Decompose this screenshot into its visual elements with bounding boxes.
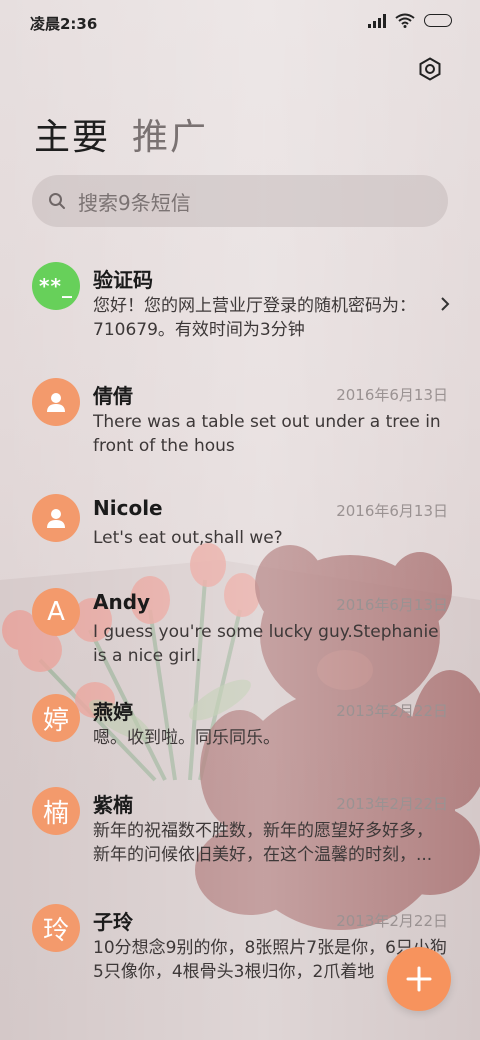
chevron-right-icon — [441, 297, 450, 311]
status-bar: 凌晨2:36 — [0, 0, 480, 44]
plus-icon — [406, 966, 432, 992]
new-message-button[interactable] — [387, 947, 451, 1011]
message-row[interactable]: Nicole 2016年6月13日 Let's eat out,shall we… — [0, 484, 480, 578]
message-tabs: 主要 推广 — [34, 108, 208, 160]
message-row[interactable]: A Andy 2016年6月13日 I guess you're some lu… — [0, 578, 480, 694]
contact-name: Nicole — [93, 496, 163, 520]
message-date: 2016年6月13日 — [336, 386, 448, 404]
settings-icon — [419, 57, 441, 81]
status-time: 凌晨2:36 — [30, 15, 98, 33]
message-row-verification[interactable]: **_ 验证码 您好！您的网上营业厅登录的随机密码为：710679。有效时间为3… — [0, 252, 480, 368]
battery-icon — [424, 14, 452, 27]
settings-button[interactable] — [415, 54, 445, 84]
search-bar[interactable]: 搜索9条短信 — [32, 175, 448, 227]
message-preview: Let's eat out,shall we? — [93, 528, 283, 548]
message-date: 2013年2月22日 — [336, 912, 448, 930]
avatar: 玲 — [32, 904, 80, 952]
avatar: A — [32, 588, 80, 636]
avatar — [32, 494, 80, 542]
contact-name: 燕婷 — [93, 700, 133, 724]
message-list: **_ 验证码 您好！您的网上营业厅登录的随机密码为：710679。有效时间为3… — [0, 252, 480, 1004]
avatar: 楠 — [32, 787, 80, 835]
message-preview: 新年的祝福数不胜数，新年的愿望好多好多，新年的问候依旧美好，在这个温馨的时刻，.… — [93, 821, 433, 865]
message-preview: 您好！您的网上营业厅登录的随机密码为：710679。有效时间为3分钟 — [93, 296, 416, 340]
message-date: 2013年2月22日 — [336, 702, 448, 720]
message-preview: I guess you're some lucky guy.Stephanie … — [93, 622, 439, 666]
message-preview: 嗯。收到啦。同乐同乐。 — [93, 728, 280, 748]
search-icon — [49, 193, 65, 209]
contact-name: 倩倩 — [93, 384, 133, 408]
contact-name: 紫楠 — [93, 793, 133, 817]
person-icon — [47, 509, 65, 528]
message-date: 2013年2月22日 — [336, 795, 448, 813]
tab-primary[interactable]: 主要 — [34, 108, 110, 160]
person-icon — [47, 393, 65, 412]
tab-promotions[interactable]: 推广 — [132, 108, 208, 160]
status-icons — [368, 13, 452, 28]
message-date: 2016年6月13日 — [336, 596, 448, 614]
signal-icon — [368, 13, 386, 28]
avatar: 婷 — [32, 694, 80, 742]
message-preview: There was a table set out under a tree i… — [93, 412, 441, 456]
avatar — [32, 378, 80, 426]
search-placeholder: 搜索9条短信 — [78, 190, 191, 215]
message-row[interactable]: 婷 燕婷 2013年2月22日 嗯。收到啦。同乐同乐。 — [0, 694, 480, 787]
wifi-icon — [395, 13, 415, 28]
message-row[interactable]: 倩倩 2016年6月13日 There was a table set out … — [0, 368, 480, 484]
message-row[interactable]: 楠 紫楠 2013年2月22日 新年的祝福数不胜数，新年的愿望好多好多，新年的问… — [0, 787, 480, 904]
contact-name: 子玲 — [93, 910, 133, 934]
message-date: 2016年6月13日 — [336, 502, 448, 520]
avatar: **_ — [32, 262, 80, 310]
contact-name: 验证码 — [93, 268, 153, 292]
contact-name: Andy — [93, 590, 151, 614]
